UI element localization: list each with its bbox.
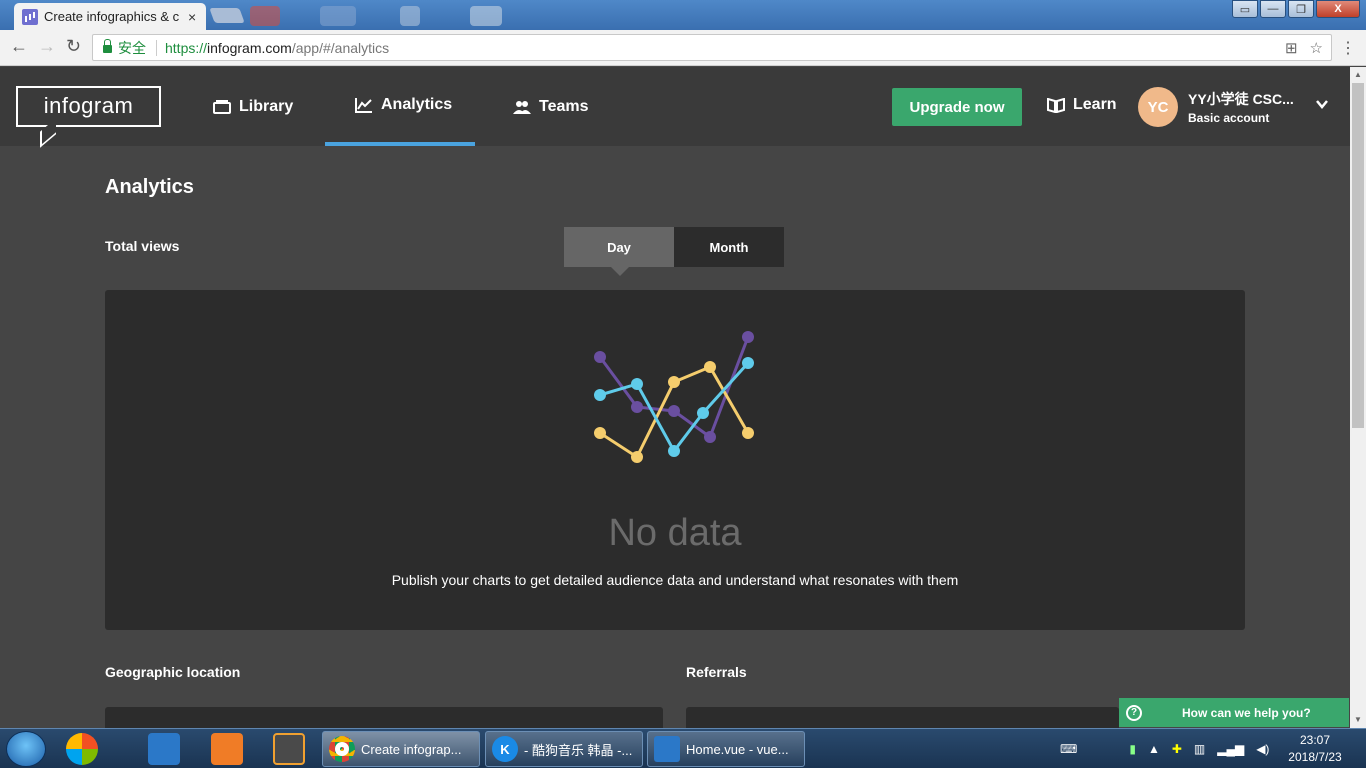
translate-icon[interactable]: ⊞ xyxy=(1285,39,1298,57)
page-title: Analytics xyxy=(105,176,194,198)
scroll-down-icon[interactable]: ▼ xyxy=(1354,715,1362,724)
vscode-pinned-icon[interactable] xyxy=(148,733,180,765)
total-views-panel: No data Publish your charts to get detai… xyxy=(105,290,1245,630)
logo-speech-tail xyxy=(40,118,56,148)
chevron-down-icon[interactable] xyxy=(1316,98,1328,110)
user-profile-button[interactable]: ▭ xyxy=(1232,0,1258,18)
avatar[interactable]: YC xyxy=(1138,87,1178,127)
address-bar[interactable]: 安全 https:// infogram.com /app/#/analytic… xyxy=(92,34,1332,61)
taskbar-task-chrome[interactable]: Create infograp... xyxy=(322,731,480,767)
analytics-icon xyxy=(355,97,372,113)
period-toggle: Day Month xyxy=(564,227,784,267)
taskbar-task-kugou[interactable]: K - 酷狗音乐 韩晶 -... xyxy=(485,731,643,767)
scroll-thumb[interactable] xyxy=(1352,83,1364,428)
background-blur xyxy=(250,6,280,26)
background-blur xyxy=(400,6,420,26)
taskbar-task-vscode[interactable]: Home.vue - vue... xyxy=(647,731,805,767)
pinned-app-icon[interactable] xyxy=(66,733,98,765)
app-header: infogram Library Analytics Teams Upgrade… xyxy=(0,67,1350,148)
page-scrollbar[interactable]: ▲ ▼ xyxy=(1350,67,1366,728)
infogram-logo[interactable]: infogram xyxy=(16,86,161,148)
browser-titlebar: Create infographics & c × ▭ — ❐ X xyxy=(0,0,1366,30)
user-plan: Basic account xyxy=(1188,111,1270,125)
forward-button[interactable]: → xyxy=(38,36,56,57)
infogram-favicon-icon xyxy=(22,8,38,25)
taskbar-task-label: Create infograp... xyxy=(361,741,462,757)
tab-title: Create infographics & c xyxy=(44,9,180,24)
tab-close-icon[interactable]: × xyxy=(188,9,196,25)
minimize-button[interactable]: — xyxy=(1260,0,1286,18)
network-icon[interactable]: ▥ xyxy=(1194,742,1205,756)
logo-text: infogram xyxy=(43,93,134,118)
library-icon xyxy=(213,99,231,114)
security-tray-icon[interactable]: ✚ xyxy=(1172,742,1182,756)
taskbar-clock[interactable]: 23:07 2018/7/23 xyxy=(1280,732,1350,766)
keyboard-icon[interactable]: ⌨ xyxy=(1060,742,1077,756)
user-name[interactable]: YY小学徒 CSC... xyxy=(1188,89,1294,109)
total-views-label: Total views xyxy=(105,238,180,254)
window-controls: ▭ — ❐ X xyxy=(1230,0,1360,18)
url-path: /app/#/analytics xyxy=(291,39,390,56)
system-tray: ⌨ ▮ ▲ ✚ ▥ ▂▄▆ ◀) xyxy=(1060,729,1269,768)
restore-button[interactable]: ❐ xyxy=(1288,0,1314,18)
background-blur xyxy=(320,6,356,26)
url-host: infogram.com xyxy=(207,39,292,56)
upgrade-now-button[interactable]: Upgrade now xyxy=(892,88,1022,126)
kugou-icon: K xyxy=(492,736,518,762)
chrome-icon xyxy=(329,736,355,762)
start-button[interactable] xyxy=(6,731,46,767)
nav-teams-label: Teams xyxy=(539,97,589,115)
close-window-button[interactable]: X xyxy=(1316,0,1360,18)
learn-link[interactable]: Learn xyxy=(1047,96,1117,114)
back-button[interactable]: ← xyxy=(10,36,28,57)
signal-icon[interactable]: ▂▄▆ xyxy=(1217,742,1244,756)
battery-icon[interactable]: ▮ xyxy=(1129,742,1136,756)
no-data-title: No data xyxy=(608,512,742,554)
nav-analytics-label: Analytics xyxy=(381,95,453,113)
background-blur xyxy=(470,6,502,26)
divider xyxy=(156,39,157,56)
taskbar-task-label: Home.vue - vue... xyxy=(686,741,789,757)
browser-toolbar: ← → ↻ 安全 https:// infogram.com /app/#/an… xyxy=(0,30,1366,66)
lock-icon xyxy=(103,38,112,53)
learn-label: Learn xyxy=(1073,96,1117,113)
help-label: How can we help you? xyxy=(1182,705,1311,720)
clock-time: 23:07 xyxy=(1299,733,1331,747)
day-toggle-button[interactable]: Day xyxy=(564,227,674,267)
show-hidden-icons-icon[interactable]: ▲ xyxy=(1148,742,1160,756)
no-data-illustration-icon xyxy=(594,331,754,463)
no-data-description: Publish your charts to get detailed audi… xyxy=(391,572,959,588)
reload-button[interactable]: ↻ xyxy=(66,36,81,57)
volume-icon[interactable]: ◀) xyxy=(1256,742,1269,756)
url-scheme: https:// xyxy=(165,39,208,56)
bookmark-star-icon[interactable]: ☆ xyxy=(1310,39,1323,57)
scroll-up-icon[interactable]: ▲ xyxy=(1354,70,1362,79)
nav-library-label: Library xyxy=(239,97,294,115)
referrals-label: Referrals xyxy=(686,664,747,680)
nav-analytics[interactable]: Analytics xyxy=(325,67,475,146)
toggle-caret xyxy=(610,266,630,276)
clock-date: 2018/7/23 xyxy=(1288,750,1342,764)
taskbar-task-label: - 酷狗音乐 韩晶 -... xyxy=(524,742,633,758)
xampp-pinned-icon[interactable] xyxy=(211,733,243,765)
browser-tab[interactable]: Create infographics & c × xyxy=(14,3,206,30)
teams-icon xyxy=(513,100,531,114)
vscode-icon xyxy=(654,736,680,762)
month-toggle-button[interactable]: Month xyxy=(674,227,784,267)
secure-label: 安全 xyxy=(118,39,146,56)
help-chat-button[interactable]: ? How can we help you? xyxy=(1119,698,1349,727)
new-tab-button[interactable] xyxy=(209,8,245,23)
browser-menu-button[interactable]: ⋮ xyxy=(1340,38,1356,58)
geographic-location-label: Geographic location xyxy=(105,664,241,680)
nav-teams[interactable]: Teams xyxy=(513,67,589,146)
nav-library[interactable]: Library xyxy=(213,67,293,146)
taskbar: Create infograp... K - 酷狗音乐 韩晶 -... Home… xyxy=(0,728,1366,768)
help-question-icon: ? xyxy=(1126,704,1142,721)
book-icon xyxy=(1047,97,1065,113)
sublime-pinned-icon[interactable] xyxy=(273,733,305,765)
